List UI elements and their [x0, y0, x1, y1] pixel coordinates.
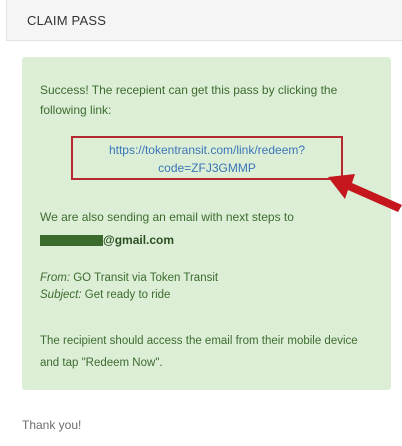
email-subject-line: Subject: Get ready to ride	[40, 287, 380, 304]
thank-you-text: Thank you!	[22, 418, 82, 432]
subject-value: Get ready to ride	[81, 289, 171, 301]
subject-label: Subject:	[40, 289, 82, 301]
success-alert: Success! The recepient can get this pass…	[22, 57, 391, 390]
success-message: Success! The recepient can get this pass…	[40, 83, 338, 117]
redeem-link-line1: https://tokentransit.com/link/redeem?	[108, 143, 306, 157]
claim-pass-page: CLAIM PASS Success! The recepient can ge…	[0, 0, 402, 446]
from-value: GO Transit via Token Transit	[70, 272, 219, 284]
email-details: From: GO Transit via Token Transit Subje…	[40, 270, 380, 304]
panel-header: CLAIM PASS	[6, 0, 402, 41]
red-arrow-icon	[328, 174, 402, 212]
email-domain: @gmail.com	[103, 233, 175, 247]
email-from-line: From: GO Transit via Token Transit	[40, 270, 380, 287]
panel-title: CLAIM PASS	[27, 13, 107, 28]
from-label: From:	[40, 272, 71, 284]
redeem-link[interactable]: https://tokentransit.com/link/redeem? co…	[73, 141, 341, 177]
redacted-email-username	[40, 234, 103, 246]
link-highlight-box: https://tokentransit.com/link/redeem? co…	[71, 136, 343, 180]
recipient-email: @gmail.com	[40, 231, 174, 249]
access-instructions: The recipient should access the email fr…	[40, 335, 358, 369]
redeem-link-line2: code=ZFJ3GMMP	[158, 161, 256, 175]
